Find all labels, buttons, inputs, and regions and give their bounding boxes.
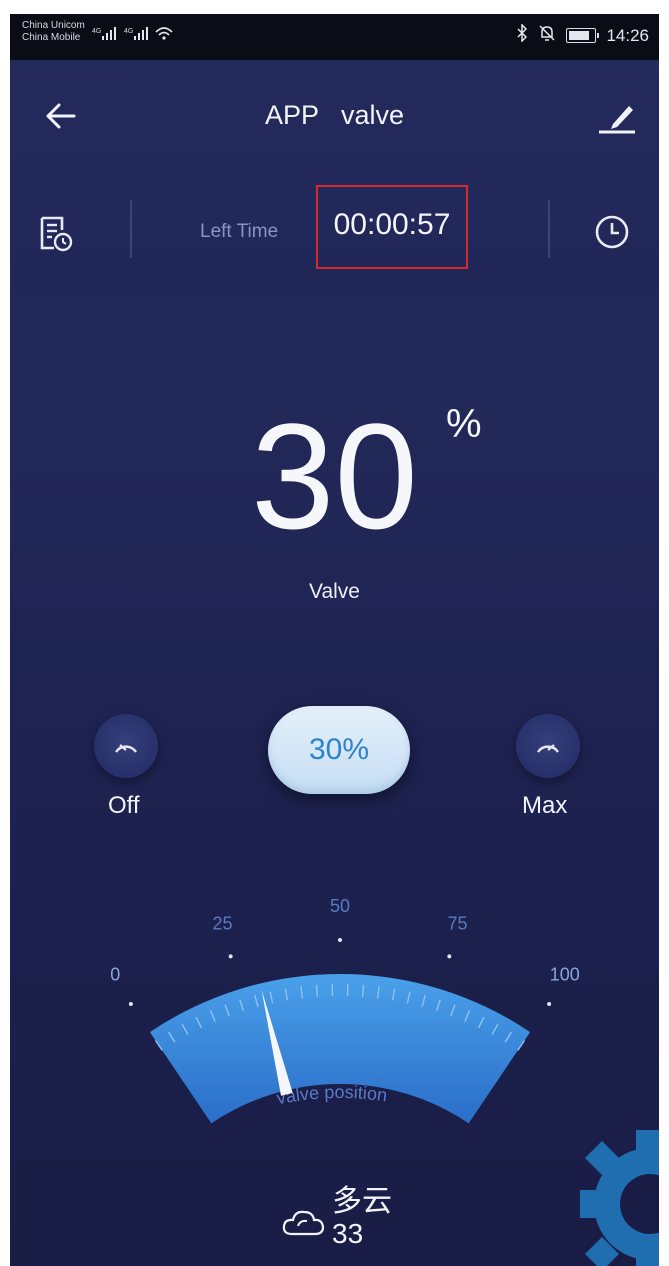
timer-button[interactable] bbox=[592, 212, 632, 252]
battery-icon bbox=[566, 28, 600, 43]
page-title: APP valve bbox=[264, 100, 405, 130]
gauge-high-icon bbox=[537, 744, 559, 753]
gear-icon bbox=[580, 1130, 659, 1266]
signal-icons: 4G 4G bbox=[92, 27, 173, 40]
carrier-2: China Mobile bbox=[22, 32, 81, 43]
valve-value: 30 bbox=[251, 392, 418, 560]
status-bar: China Unicom China Mobile 4G 4G 14:26 bbox=[10, 14, 659, 60]
off-button[interactable] bbox=[94, 714, 158, 778]
valve-position-gauge: 0 25 50 75 100 valve position bbox=[110, 896, 580, 1124]
network-1-label: 4G bbox=[92, 28, 101, 35]
gauge-tick-label: 25 bbox=[212, 914, 232, 934]
weather-temperature: 33 bbox=[332, 1218, 364, 1249]
mute-bell-icon bbox=[538, 24, 556, 47]
left-time-label: Left Time bbox=[200, 221, 279, 242]
current-value-button[interactable]: 30% bbox=[268, 706, 410, 794]
edit-button[interactable] bbox=[595, 94, 639, 138]
gauge-tick-dot bbox=[338, 938, 342, 942]
left-time-value: 00:00:57 bbox=[333, 208, 451, 241]
network-2-label: 4G bbox=[124, 28, 133, 35]
schedule-list-icon bbox=[40, 216, 73, 252]
gauge-tick-label: 50 bbox=[330, 896, 350, 916]
divider bbox=[548, 200, 550, 258]
status-time: 14:26 bbox=[606, 25, 649, 45]
edit-pencil-icon bbox=[599, 106, 635, 134]
cloud-icon bbox=[280, 1204, 332, 1240]
clock-icon bbox=[595, 215, 629, 249]
divider bbox=[130, 200, 132, 258]
gauge-tick-dot bbox=[447, 954, 452, 959]
carrier-info: China Unicom China Mobile bbox=[22, 20, 85, 44]
valve-unit: % bbox=[446, 402, 482, 446]
schedule-button[interactable] bbox=[38, 214, 74, 254]
gauge-minor-tick bbox=[315, 984, 319, 997]
bluetooth-icon bbox=[516, 23, 528, 47]
gauge-labels: 0 25 50 75 100 bbox=[110, 896, 580, 985]
carrier-1: China Unicom bbox=[22, 20, 85, 31]
gauge-tick-dot bbox=[228, 954, 233, 959]
gauge-tick-dot bbox=[128, 1001, 133, 1006]
gauge-tick-label: 75 bbox=[448, 914, 468, 934]
gauge-tick-label: 100 bbox=[550, 965, 580, 985]
gauge-caption: valve position bbox=[275, 1082, 389, 1108]
valve-label: Valve bbox=[309, 580, 360, 603]
off-label: Off bbox=[108, 792, 140, 819]
gauge-low-icon bbox=[115, 744, 137, 753]
status-right: 14:26 bbox=[516, 23, 649, 47]
app-screen: China Unicom China Mobile 4G 4G 14:26 AP… bbox=[10, 14, 659, 1266]
gauge-tick-label: 0 bbox=[110, 965, 120, 985]
max-label: Max bbox=[522, 792, 568, 819]
gauge-tick-dot bbox=[547, 1001, 552, 1006]
gauge-minor-tick bbox=[361, 984, 365, 997]
max-button[interactable] bbox=[516, 714, 580, 778]
weather-condition: 多云 bbox=[332, 1185, 392, 1218]
